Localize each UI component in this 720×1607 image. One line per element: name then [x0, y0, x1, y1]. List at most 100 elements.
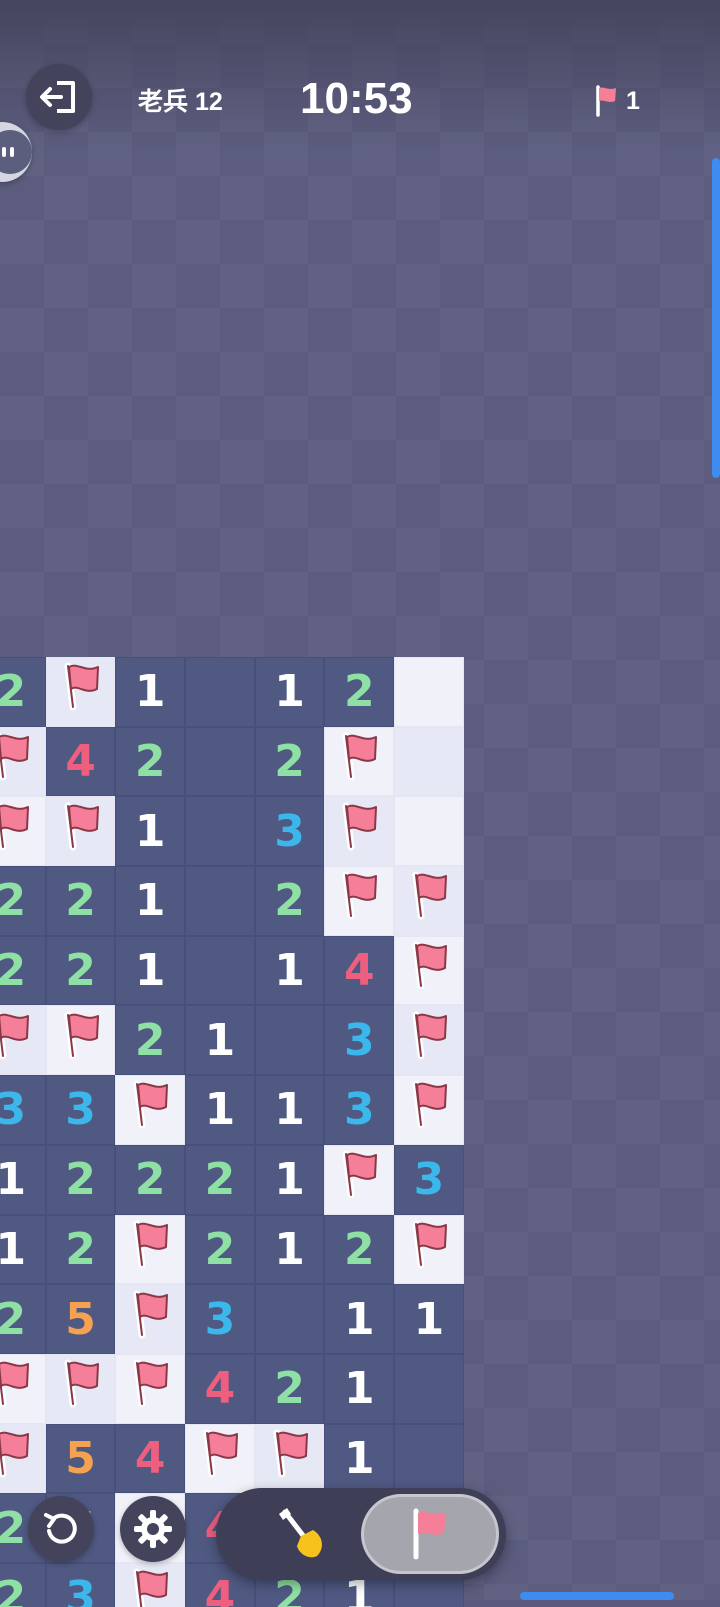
number-cell[interactable]: 2	[0, 657, 46, 727]
number-cell[interactable]: 2	[115, 1005, 186, 1076]
flagged-cell[interactable]	[324, 726, 395, 797]
flagged-cell[interactable]	[45, 1353, 116, 1424]
revealed-empty-cell[interactable]	[185, 657, 255, 727]
number-cell[interactable]: 2	[45, 866, 116, 936]
flag-count: 1	[626, 86, 640, 115]
number-cell[interactable]: 1	[185, 1075, 255, 1145]
number-cell[interactable]: 2	[254, 866, 325, 936]
revealed-empty-cell[interactable]	[254, 1005, 325, 1076]
unrevealed-cell[interactable]	[394, 657, 464, 727]
number-cell[interactable]: 1	[115, 866, 186, 936]
number-cell[interactable]: 3	[0, 1075, 46, 1145]
number-cell[interactable]: 1	[254, 1214, 325, 1285]
flagged-cell[interactable]	[115, 1562, 186, 1607]
flagged-cell[interactable]	[324, 866, 395, 936]
flag-tool-button[interactable]	[361, 1494, 499, 1574]
number-cell[interactable]: 2	[0, 1562, 46, 1607]
flagged-cell[interactable]	[394, 1005, 464, 1076]
number-cell[interactable]: 2	[0, 866, 46, 936]
number-cell[interactable]: 1	[0, 1144, 46, 1215]
number-cell[interactable]: 2	[254, 1353, 325, 1424]
flagged-cell[interactable]	[45, 796, 116, 867]
flagged-cell[interactable]	[115, 1214, 186, 1285]
exit-button[interactable]	[26, 64, 92, 130]
number-cell[interactable]: 2	[45, 935, 116, 1006]
flagged-cell[interactable]	[45, 1005, 116, 1076]
number-cell[interactable]: 1	[115, 935, 186, 1006]
number-cell[interactable]: 3	[324, 1005, 395, 1076]
number-cell[interactable]: 2	[115, 726, 186, 797]
number-cell[interactable]: 5	[45, 1284, 116, 1354]
number-cell[interactable]: 1	[324, 1423, 395, 1494]
number-cell[interactable]: 1	[0, 1214, 46, 1285]
number-cell[interactable]: 1	[185, 1005, 255, 1076]
number-cell[interactable]: 3	[394, 1144, 464, 1215]
number-cell[interactable]: 2	[254, 726, 325, 797]
undo-button[interactable]	[28, 1496, 94, 1562]
flagged-cell[interactable]	[394, 866, 464, 936]
number-cell[interactable]: 1	[254, 657, 325, 727]
flagged-cell[interactable]	[0, 796, 46, 867]
flagged-cell[interactable]	[115, 1284, 186, 1354]
number-cell[interactable]: 1	[254, 935, 325, 1006]
revealed-empty-cell[interactable]	[254, 1284, 325, 1354]
flagged-cell[interactable]	[0, 1005, 46, 1076]
flagged-cell[interactable]	[185, 1423, 255, 1494]
settings-button[interactable]	[120, 1496, 186, 1562]
number-cell[interactable]: 1	[324, 1284, 395, 1354]
number-cell[interactable]: 2	[0, 935, 46, 1006]
flagged-cell[interactable]	[394, 935, 464, 1006]
vertical-scrollbar[interactable]	[712, 158, 720, 478]
flag-icon	[58, 801, 104, 862]
number-cell[interactable]: 1	[115, 796, 186, 867]
flagged-cell[interactable]	[394, 1075, 464, 1145]
number-cell[interactable]: 3	[185, 1284, 255, 1354]
number-cell[interactable]: 2	[185, 1214, 255, 1285]
revealed-empty-cell[interactable]	[185, 866, 255, 936]
flagged-cell[interactable]	[0, 726, 46, 797]
revealed-empty-cell[interactable]	[185, 726, 255, 797]
flag-icon	[0, 1428, 34, 1489]
number-cell[interactable]: 3	[45, 1075, 116, 1145]
number-cell[interactable]: 1	[254, 1075, 325, 1145]
flagged-cell[interactable]	[0, 1423, 46, 1494]
revealed-empty-cell[interactable]	[394, 1353, 464, 1424]
flagged-cell[interactable]	[45, 657, 116, 727]
flagged-cell[interactable]	[324, 1144, 395, 1215]
number-cell[interactable]: 4	[45, 726, 116, 797]
minesweeper-board[interactable]: 2112422132212221142133311312221312212253…	[0, 657, 464, 1607]
number-cell[interactable]: 1	[324, 1353, 395, 1424]
revealed-empty-cell[interactable]	[185, 935, 255, 1006]
flagged-cell[interactable]	[324, 796, 395, 867]
unrevealed-cell[interactable]	[394, 796, 464, 867]
number-cell[interactable]: 2	[324, 1214, 395, 1285]
number-cell[interactable]: 2	[45, 1144, 116, 1215]
number-cell[interactable]: 4	[324, 935, 395, 1006]
flagged-cell[interactable]	[115, 1075, 186, 1145]
number-cell[interactable]: 1	[394, 1284, 464, 1354]
number-cell[interactable]: 3	[254, 796, 325, 867]
flagged-cell[interactable]	[115, 1353, 186, 1424]
number-cell[interactable]: 4	[185, 1353, 255, 1424]
number-cell[interactable]: 5	[45, 1423, 116, 1494]
flag-icon	[267, 1428, 313, 1489]
number-cell[interactable]: 4	[115, 1423, 186, 1494]
number-cell[interactable]: 3	[324, 1075, 395, 1145]
unrevealed-cell[interactable]	[394, 726, 464, 797]
horizontal-scrollbar[interactable]	[520, 1592, 674, 1600]
number-cell[interactable]: 2	[0, 1284, 46, 1354]
flagged-cell[interactable]	[254, 1423, 325, 1494]
flagged-cell[interactable]	[0, 1353, 46, 1424]
number-cell[interactable]: 1	[115, 657, 186, 727]
flagged-cell[interactable]	[394, 1214, 464, 1285]
revealed-empty-cell[interactable]	[394, 1423, 464, 1494]
number-cell[interactable]: 3	[45, 1562, 116, 1607]
number-cell[interactable]: 2	[115, 1144, 186, 1215]
number-cell[interactable]: 1	[254, 1144, 325, 1215]
number-cell[interactable]: 2	[324, 657, 395, 727]
revealed-empty-cell[interactable]	[185, 796, 255, 867]
number-cell[interactable]: 2	[45, 1214, 116, 1285]
dig-tool-button[interactable]	[236, 1494, 366, 1574]
number-cell[interactable]: 2	[185, 1144, 255, 1215]
flag-icon	[0, 731, 34, 792]
